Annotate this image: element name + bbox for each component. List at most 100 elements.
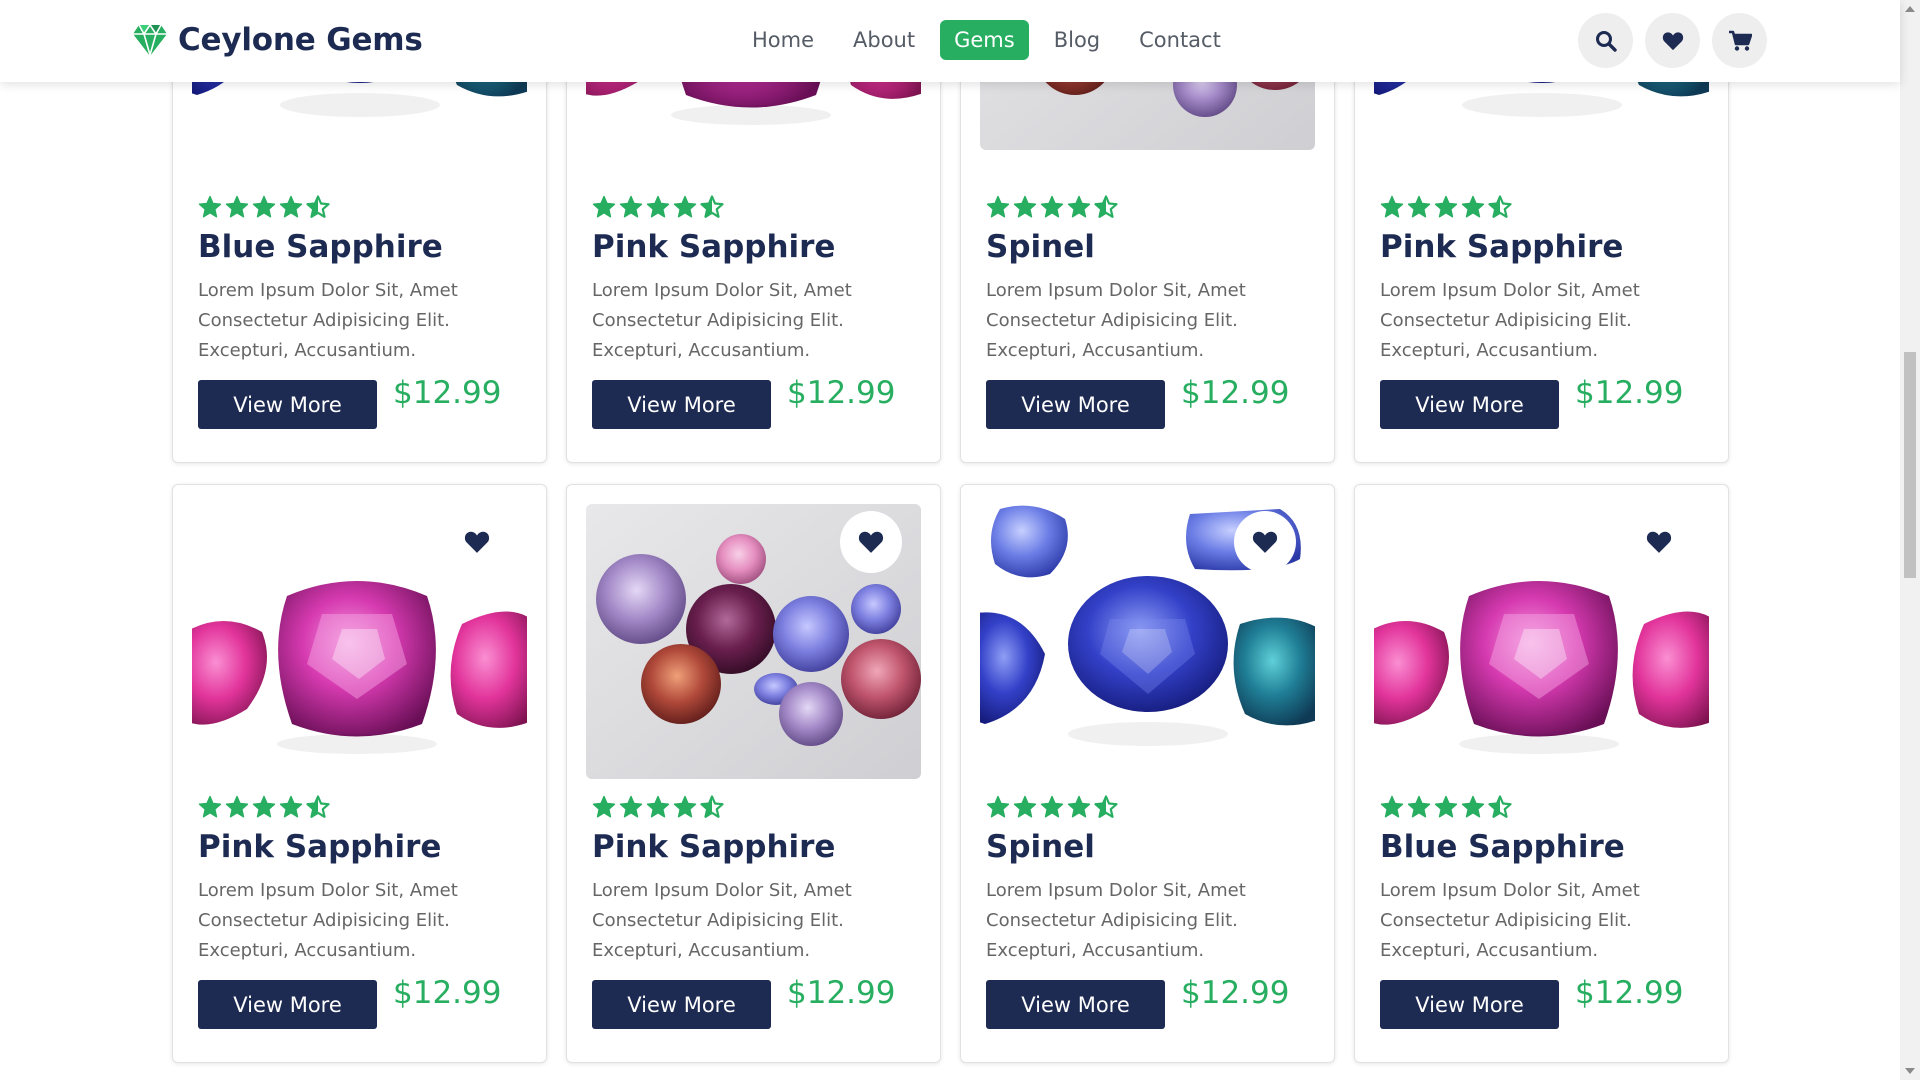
star-icon <box>673 195 697 218</box>
description-line: Lorem Ipsum Dolor Sit, Amet <box>592 880 852 901</box>
star-half-icon <box>700 795 724 818</box>
heart-icon <box>1646 531 1672 553</box>
description-line: Excepturi, Accusantium. <box>198 940 417 961</box>
scroll-down-arrow[interactable] <box>1905 1068 1915 1074</box>
star-rating <box>198 795 330 819</box>
product-description: Lorem Ipsum Dolor Sit, Amet Consectetur A… <box>198 276 518 366</box>
star-rating <box>592 195 724 219</box>
product-name: Pink Sapphire <box>1380 229 1624 265</box>
view-more-button[interactable]: View More <box>592 980 771 1029</box>
star-icon <box>1434 195 1458 218</box>
product-name: Blue Sapphire <box>1380 829 1625 865</box>
star-icon <box>1013 795 1037 818</box>
star-icon <box>252 195 276 218</box>
product-description: Lorem Ipsum Dolor Sit, Amet Consectetur A… <box>592 276 912 366</box>
description-line: Excepturi, Accusantium. <box>986 340 1205 361</box>
star-half-icon <box>1094 195 1118 218</box>
star-icon <box>198 195 222 218</box>
star-icon <box>646 795 670 818</box>
product-name: Pink Sapphire <box>198 829 442 865</box>
product-description: Lorem Ipsum Dolor Sit, Amet Consectetur A… <box>1380 876 1700 966</box>
header-actions <box>1578 13 1767 68</box>
description-line: Excepturi, Accusantium. <box>1380 940 1599 961</box>
star-icon <box>1067 195 1091 218</box>
product-price: $12.99 <box>393 375 502 411</box>
product-card: Pink Sapphire Lorem Ipsum Dolor Sit, Ame… <box>566 484 941 1063</box>
view-more-button[interactable]: View More <box>198 380 377 429</box>
product-description: Lorem Ipsum Dolor Sit, Amet Consectetur A… <box>198 876 518 966</box>
star-icon <box>1434 795 1458 818</box>
star-rating <box>986 195 1118 219</box>
product-description: Lorem Ipsum Dolor Sit, Amet Consectetur A… <box>986 276 1306 366</box>
description-line: Excepturi, Accusantium. <box>592 940 811 961</box>
star-icon <box>986 795 1010 818</box>
star-icon <box>279 795 303 818</box>
description-line: Lorem Ipsum Dolor Sit, Amet <box>198 880 458 901</box>
star-half-icon <box>306 195 330 218</box>
star-icon <box>1013 195 1037 218</box>
search-button[interactable] <box>1578 13 1633 68</box>
product-price: $12.99 <box>787 375 896 411</box>
view-more-button[interactable]: View More <box>986 980 1165 1029</box>
site-header: Ceylone Gems Home About Gems Blog Contac… <box>0 0 1900 82</box>
cart-button[interactable] <box>1712 13 1767 68</box>
star-icon <box>1461 195 1485 218</box>
wishlist-button[interactable] <box>1645 13 1700 68</box>
nav-about[interactable]: About <box>839 20 929 60</box>
star-icon <box>1407 795 1431 818</box>
brand-logo[interactable]: Ceylone Gems <box>132 22 423 58</box>
scroll-up-arrow[interactable] <box>1905 6 1915 12</box>
heart-icon <box>1662 31 1683 50</box>
heart-icon <box>858 531 884 553</box>
star-icon <box>1040 795 1064 818</box>
description-line: Consectetur Adipisicing Elit. <box>198 310 450 331</box>
star-icon <box>646 195 670 218</box>
star-half-icon <box>1488 195 1512 218</box>
favorite-button[interactable] <box>446 511 508 573</box>
nav-contact[interactable]: Contact <box>1125 20 1235 60</box>
description-line: Consectetur Adipisicing Elit. <box>1380 310 1632 331</box>
view-more-button[interactable]: View More <box>986 380 1165 429</box>
product-card: Blue Sapphire Lorem Ipsum Dolor Sit, Ame… <box>1354 484 1729 1063</box>
star-icon <box>592 795 616 818</box>
description-line: Consectetur Adipisicing Elit. <box>1380 910 1632 931</box>
favorite-button[interactable] <box>1234 511 1296 573</box>
scroll-thumb[interactable] <box>1904 352 1916 578</box>
brand-name: Ceylone Gems <box>178 22 423 58</box>
product-price: $12.99 <box>1181 375 1290 411</box>
description-line: Consectetur Adipisicing Elit. <box>986 910 1238 931</box>
description-line: Lorem Ipsum Dolor Sit, Amet <box>1380 280 1640 301</box>
description-line: Lorem Ipsum Dolor Sit, Amet <box>198 280 458 301</box>
star-half-icon <box>1488 795 1512 818</box>
product-price: $12.99 <box>1575 375 1684 411</box>
description-line: Excepturi, Accusantium. <box>592 340 811 361</box>
nav-gems[interactable]: Gems <box>940 20 1029 60</box>
favorite-button[interactable] <box>1628 511 1690 573</box>
view-more-button[interactable]: View More <box>1380 380 1559 429</box>
gem-icon <box>132 23 168 57</box>
product-description: Lorem Ipsum Dolor Sit, Amet Consectetur A… <box>1380 276 1700 366</box>
description-line: Consectetur Adipisicing Elit. <box>986 310 1238 331</box>
star-half-icon <box>1094 795 1118 818</box>
view-more-button[interactable]: View More <box>198 980 377 1029</box>
star-rating <box>986 795 1118 819</box>
view-more-button[interactable]: View More <box>1380 980 1559 1029</box>
star-rating <box>1380 795 1512 819</box>
star-icon <box>225 195 249 218</box>
star-rating <box>198 195 330 219</box>
description-line: Lorem Ipsum Dolor Sit, Amet <box>986 280 1246 301</box>
product-name: Blue Sapphire <box>198 229 443 265</box>
nav-home[interactable]: Home <box>738 20 828 60</box>
description-line: Excepturi, Accusantium. <box>1380 340 1599 361</box>
product-name: Spinel <box>986 829 1095 865</box>
star-icon <box>1461 795 1485 818</box>
page-scrollbar[interactable] <box>1900 0 1920 1080</box>
star-icon <box>619 795 643 818</box>
search-icon <box>1595 30 1617 52</box>
nav-blog[interactable]: Blog <box>1040 20 1114 60</box>
star-icon <box>225 795 249 818</box>
product-name: Pink Sapphire <box>592 229 836 265</box>
favorite-button[interactable] <box>840 511 902 573</box>
star-icon <box>986 195 1010 218</box>
view-more-button[interactable]: View More <box>592 380 771 429</box>
